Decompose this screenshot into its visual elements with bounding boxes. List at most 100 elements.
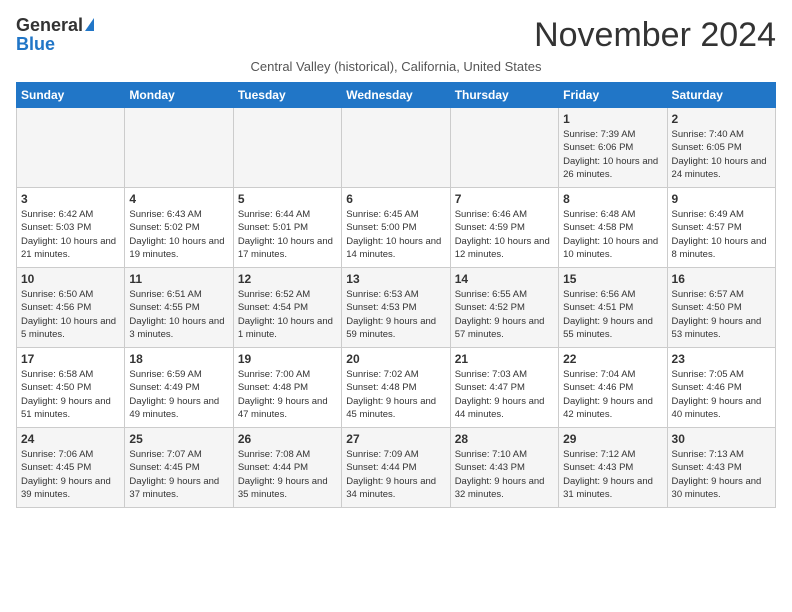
calendar-day-cell [17,108,125,188]
day-number: 25 [129,432,228,446]
calendar-day-cell: 7 Sunrise: 6:46 AM Sunset: 4:59 PM Daylig… [450,188,558,268]
day-number: 3 [21,192,120,206]
day-detail: Sunrise: 7:08 AM Sunset: 4:44 PM Dayligh… [238,448,337,501]
day-of-week-header: Thursday [450,83,558,108]
day-number: 1 [563,112,662,126]
calendar-day-cell: 28 Sunrise: 7:10 AM Sunset: 4:43 PM Dayli… [450,428,558,508]
day-number: 2 [672,112,771,126]
day-detail: Sunrise: 7:07 AM Sunset: 4:45 PM Dayligh… [129,448,228,501]
calendar-day-cell: 8 Sunrise: 6:48 AM Sunset: 4:58 PM Daylig… [559,188,667,268]
day-of-week-header: Friday [559,83,667,108]
day-number: 4 [129,192,228,206]
day-detail: Sunrise: 6:55 AM Sunset: 4:52 PM Dayligh… [455,288,554,341]
day-number: 19 [238,352,337,366]
day-detail: Sunrise: 6:44 AM Sunset: 5:01 PM Dayligh… [238,208,337,261]
calendar-week-row: 3 Sunrise: 6:42 AM Sunset: 5:03 PM Daylig… [17,188,776,268]
day-detail: Sunrise: 6:48 AM Sunset: 4:58 PM Dayligh… [563,208,662,261]
day-detail: Sunrise: 7:03 AM Sunset: 4:47 PM Dayligh… [455,368,554,421]
calendar-day-cell: 2 Sunrise: 7:40 AM Sunset: 6:05 PM Daylig… [667,108,775,188]
day-number: 24 [21,432,120,446]
day-detail: Sunrise: 7:13 AM Sunset: 4:43 PM Dayligh… [672,448,771,501]
day-detail: Sunrise: 7:00 AM Sunset: 4:48 PM Dayligh… [238,368,337,421]
day-detail: Sunrise: 7:06 AM Sunset: 4:45 PM Dayligh… [21,448,120,501]
calendar-header-row: SundayMondayTuesdayWednesdayThursdayFrid… [17,83,776,108]
logo: General Blue [16,16,94,53]
day-of-week-header: Sunday [17,83,125,108]
day-number: 14 [455,272,554,286]
calendar-day-cell: 23Sunrise: 7:05 AM Sunset: 4:46 PM Dayli… [667,348,775,428]
day-number: 29 [563,432,662,446]
calendar-day-cell: 15Sunrise: 6:56 AM Sunset: 4:51 PM Dayli… [559,268,667,348]
calendar-day-cell: 26 Sunrise: 7:08 AM Sunset: 4:44 PM Dayli… [233,428,341,508]
day-detail: Sunrise: 6:45 AM Sunset: 5:00 PM Dayligh… [346,208,445,261]
day-number: 16 [672,272,771,286]
calendar-day-cell: 1Sunrise: 7:39 AM Sunset: 6:06 PM Daylig… [559,108,667,188]
calendar-day-cell: 18Sunrise: 6:59 AM Sunset: 4:49 PM Dayli… [125,348,233,428]
calendar-day-cell: 25 Sunrise: 7:07 AM Sunset: 4:45 PM Dayli… [125,428,233,508]
day-detail: Sunrise: 7:10 AM Sunset: 4:43 PM Dayligh… [455,448,554,501]
day-number: 10 [21,272,120,286]
day-detail: Sunrise: 7:04 AM Sunset: 4:46 PM Dayligh… [563,368,662,421]
day-number: 9 [672,192,771,206]
day-detail: Sunrise: 6:52 AM Sunset: 4:54 PM Dayligh… [238,288,337,341]
calendar-day-cell: 5 Sunrise: 6:44 AM Sunset: 5:01 PM Daylig… [233,188,341,268]
day-of-week-header: Tuesday [233,83,341,108]
month-title: November 2024 [534,16,776,55]
calendar-week-row: 17Sunrise: 6:58 AM Sunset: 4:50 PM Dayli… [17,348,776,428]
day-number: 8 [563,192,662,206]
calendar-day-cell: 17Sunrise: 6:58 AM Sunset: 4:50 PM Dayli… [17,348,125,428]
day-number: 18 [129,352,228,366]
calendar-day-cell: 6 Sunrise: 6:45 AM Sunset: 5:00 PM Daylig… [342,188,450,268]
calendar-day-cell: 12Sunrise: 6:52 AM Sunset: 4:54 PM Dayli… [233,268,341,348]
day-detail: Sunrise: 6:57 AM Sunset: 4:50 PM Dayligh… [672,288,771,341]
calendar-day-cell: 4 Sunrise: 6:43 AM Sunset: 5:02 PM Daylig… [125,188,233,268]
day-detail: Sunrise: 7:09 AM Sunset: 4:44 PM Dayligh… [346,448,445,501]
day-number: 26 [238,432,337,446]
day-number: 28 [455,432,554,446]
day-detail: Sunrise: 6:49 AM Sunset: 4:57 PM Dayligh… [672,208,771,261]
calendar-day-cell: 13Sunrise: 6:53 AM Sunset: 4:53 PM Dayli… [342,268,450,348]
day-number: 17 [21,352,120,366]
calendar-day-cell: 3 Sunrise: 6:42 AM Sunset: 5:03 PM Daylig… [17,188,125,268]
calendar-day-cell [125,108,233,188]
day-detail: Sunrise: 6:50 AM Sunset: 4:56 PM Dayligh… [21,288,120,341]
calendar-day-cell: 21 Sunrise: 7:03 AM Sunset: 4:47 PM Dayli… [450,348,558,428]
calendar-day-cell: 10 Sunrise: 6:50 AM Sunset: 4:56 PM Dayli… [17,268,125,348]
day-number: 23 [672,352,771,366]
calendar-day-cell: 14 Sunrise: 6:55 AM Sunset: 4:52 PM Dayli… [450,268,558,348]
day-number: 7 [455,192,554,206]
calendar-table: SundayMondayTuesdayWednesdayThursdayFrid… [16,82,776,508]
calendar-week-row: 24 Sunrise: 7:06 AM Sunset: 4:45 PM Dayli… [17,428,776,508]
calendar-day-cell [450,108,558,188]
calendar-day-cell: 30 Sunrise: 7:13 AM Sunset: 4:43 PM Dayli… [667,428,775,508]
day-of-week-header: Saturday [667,83,775,108]
calendar-day-cell: 22 Sunrise: 7:04 AM Sunset: 4:46 PM Dayli… [559,348,667,428]
day-number: 6 [346,192,445,206]
day-detail: Sunrise: 7:40 AM Sunset: 6:05 PM Dayligh… [672,128,771,181]
day-detail: Sunrise: 6:43 AM Sunset: 5:02 PM Dayligh… [129,208,228,261]
day-number: 22 [563,352,662,366]
day-detail: Sunrise: 6:46 AM Sunset: 4:59 PM Dayligh… [455,208,554,261]
day-number: 30 [672,432,771,446]
calendar-day-cell: 16 Sunrise: 6:57 AM Sunset: 4:50 PM Dayli… [667,268,775,348]
calendar-week-row: 10 Sunrise: 6:50 AM Sunset: 4:56 PM Dayli… [17,268,776,348]
calendar-day-cell: 29 Sunrise: 7:12 AM Sunset: 4:43 PM Dayli… [559,428,667,508]
day-detail: Sunrise: 6:51 AM Sunset: 4:55 PM Dayligh… [129,288,228,341]
logo-triangle-icon [85,18,94,31]
day-number: 21 [455,352,554,366]
day-number: 11 [129,272,228,286]
calendar-week-row: 1Sunrise: 7:39 AM Sunset: 6:06 PM Daylig… [17,108,776,188]
day-detail: Sunrise: 6:42 AM Sunset: 5:03 PM Dayligh… [21,208,120,261]
day-of-week-header: Monday [125,83,233,108]
calendar-day-cell: 11 Sunrise: 6:51 AM Sunset: 4:55 PM Dayli… [125,268,233,348]
calendar-day-cell: 24 Sunrise: 7:06 AM Sunset: 4:45 PM Dayli… [17,428,125,508]
calendar-day-cell [342,108,450,188]
day-number: 5 [238,192,337,206]
day-detail: Sunrise: 7:12 AM Sunset: 4:43 PM Dayligh… [563,448,662,501]
calendar-day-cell: 9 Sunrise: 6:49 AM Sunset: 4:57 PM Daylig… [667,188,775,268]
subtitle: Central Valley (historical), California,… [16,59,776,74]
day-of-week-header: Wednesday [342,83,450,108]
calendar-day-cell: 27Sunrise: 7:09 AM Sunset: 4:44 PM Dayli… [342,428,450,508]
day-number: 13 [346,272,445,286]
day-number: 20 [346,352,445,366]
